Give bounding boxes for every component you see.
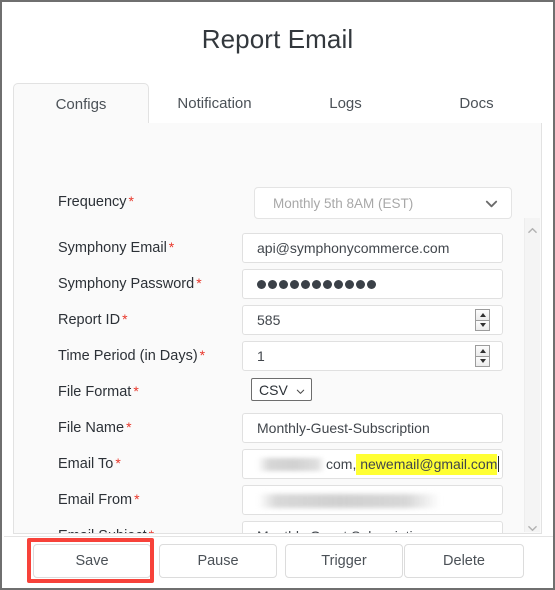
chevron-down-icon	[295, 384, 306, 395]
password-dot	[290, 279, 299, 289]
file-format-select[interactable]: CSV	[251, 378, 312, 401]
password-dot	[312, 279, 321, 289]
symphony-password-input[interactable]	[242, 269, 503, 299]
password-dot	[301, 279, 310, 289]
stepper-up-icon[interactable]	[475, 345, 490, 356]
password-dot	[268, 279, 277, 289]
tab-configs[interactable]: Configs	[13, 83, 149, 124]
report-email-form: Frequency * Monthly 5th 8AM (EST) Symphon…	[14, 123, 520, 533]
field-row-file-format: File Format * CSV	[14, 377, 520, 407]
email-to-input[interactable]: com, newemail@gmail.com	[242, 449, 503, 479]
label-report-id: Report ID *	[58, 311, 128, 328]
tab-logs[interactable]: Logs	[280, 82, 411, 123]
chevron-down-icon	[527, 520, 538, 531]
frequency-value: Monthly 5th 8AM (EST)	[273, 195, 414, 211]
config-panel: Configs Notification Logs Docs Frequency…	[13, 82, 542, 534]
password-dot	[334, 279, 343, 289]
stepper-up-icon[interactable]	[475, 309, 490, 320]
time-period-stepper[interactable]	[475, 345, 490, 367]
label-symphony-password: Symphony Password *	[58, 275, 202, 292]
scrollbar-track[interactable]	[525, 218, 540, 532]
tab-notification[interactable]: Notification	[149, 82, 280, 123]
email-to-content: com, newemail@gmail.com	[243, 450, 502, 478]
required-asterisk: *	[199, 347, 206, 363]
email-subject-input[interactable]	[242, 521, 503, 533]
tab-notification-label: Notification	[177, 95, 252, 112]
password-dot	[356, 279, 365, 289]
label-email-from: Email From *	[58, 491, 140, 508]
delete-button[interactable]: Delete	[404, 544, 524, 578]
tab-docs-label: Docs	[459, 95, 494, 112]
field-row-symphony-password: Symphony Password *	[14, 269, 520, 299]
stepper-down-icon[interactable]	[475, 355, 490, 367]
label-email-to: Email To *	[58, 455, 121, 472]
label-file-format: File Format *	[58, 383, 139, 400]
time-period-input[interactable]	[243, 347, 475, 365]
email-to-visible-text: com,	[326, 456, 357, 472]
action-bar: Save Pause Trigger Delete	[4, 536, 553, 588]
tab-configs-label: Configs	[55, 96, 107, 113]
file-format-value: CSV	[259, 381, 288, 398]
label-file-name: File Name *	[58, 419, 132, 436]
required-asterisk: *	[128, 193, 134, 209]
text-cursor	[498, 456, 500, 472]
save-button[interactable]: Save	[33, 544, 151, 578]
required-asterisk: *	[133, 383, 139, 399]
scrollbar-up-button[interactable]	[525, 218, 540, 234]
field-row-report-id: Report ID *	[14, 305, 520, 335]
required-asterisk: *	[115, 455, 121, 471]
tab-bar: Configs Notification Logs Docs	[13, 82, 542, 124]
email-from-input[interactable]	[242, 485, 503, 515]
field-row-file-name: File Name *	[14, 413, 520, 443]
required-asterisk: *	[168, 239, 175, 255]
report-id-stepper[interactable]	[475, 309, 490, 331]
time-period-field	[242, 341, 503, 371]
password-dot	[345, 279, 354, 289]
redaction-blur	[257, 457, 325, 471]
report-email-window: Report Email Configs Notification Logs D…	[0, 0, 555, 590]
field-row-email-to: Email To * com, newemail@gmail.com	[14, 449, 520, 479]
tab-logs-label: Logs	[329, 95, 362, 112]
chevron-down-icon	[484, 196, 499, 211]
required-asterisk: *	[196, 275, 202, 291]
form-scrollbar[interactable]	[524, 218, 540, 532]
symphony-email-input[interactable]	[242, 233, 503, 263]
report-id-field	[242, 305, 503, 335]
field-row-email-from: Email From *	[14, 485, 520, 515]
tab-docs[interactable]: Docs	[411, 82, 542, 123]
label-time-period: Time Period (in Days) *	[58, 347, 206, 364]
password-dot	[323, 279, 332, 289]
label-frequency: Frequency *	[58, 193, 134, 210]
password-mask-dots	[257, 279, 376, 289]
scrollbar-down-button[interactable]	[525, 516, 540, 532]
chevron-up-icon	[527, 222, 538, 233]
stepper-down-icon[interactable]	[475, 319, 490, 331]
frequency-dropdown[interactable]: Monthly 5th 8AM (EST)	[254, 187, 512, 219]
field-row-frequency: Frequency * Monthly 5th 8AM (EST)	[14, 187, 520, 219]
field-row-symphony-email: Symphony Email *	[14, 233, 520, 263]
title-bar: Report Email	[2, 2, 553, 76]
password-dot	[279, 279, 288, 289]
report-id-input[interactable]	[243, 311, 475, 329]
password-dot	[257, 279, 266, 289]
page-title: Report Email	[201, 23, 354, 54]
required-asterisk: *	[149, 527, 154, 533]
configs-tab-panel: Frequency * Monthly 5th 8AM (EST) Symphon…	[13, 123, 542, 534]
label-symphony-email: Symphony Email *	[58, 239, 175, 256]
field-row-time-period: Time Period (in Days) *	[14, 341, 520, 371]
label-email-subject: Email Subject*	[58, 527, 154, 533]
trigger-button[interactable]: Trigger	[285, 544, 403, 578]
file-name-input[interactable]	[242, 413, 503, 443]
password-dot	[367, 279, 376, 289]
required-asterisk: *	[126, 419, 132, 435]
email-to-highlighted-text: newemail@gmail.com	[356, 453, 498, 475]
field-row-email-subject: Email Subject*	[14, 521, 520, 533]
required-asterisk: *	[134, 491, 140, 507]
required-asterisk: *	[122, 311, 128, 327]
pause-button[interactable]: Pause	[159, 544, 277, 578]
